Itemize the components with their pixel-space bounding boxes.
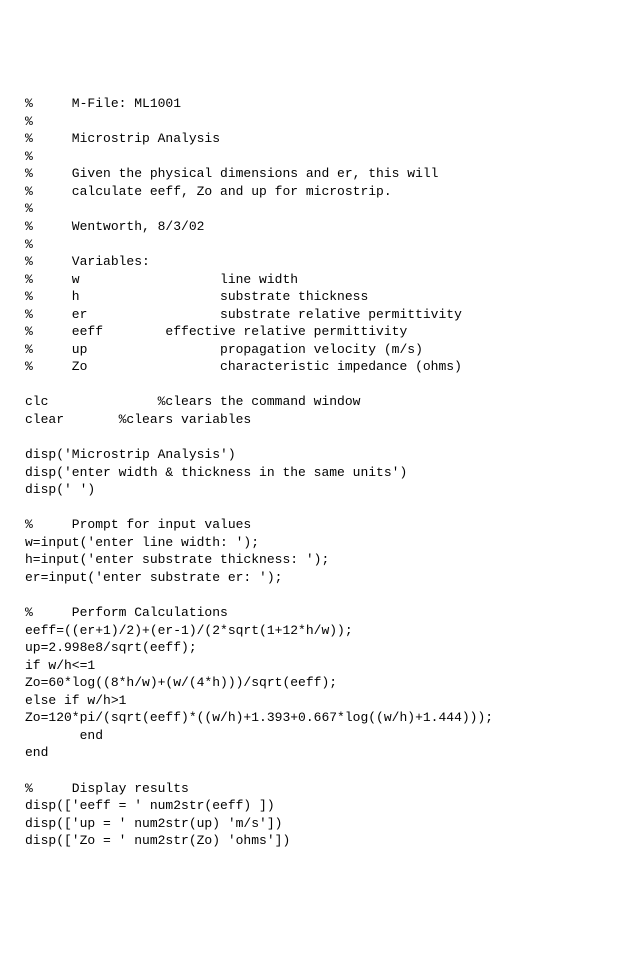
code-line-33: Zo=60*log((8*h/w)+(w/(4*h)))/sqrt(eeff); xyxy=(25,675,337,690)
code-line-22: disp(' ') xyxy=(25,482,95,497)
code-line-32: if w/h<=1 xyxy=(25,658,95,673)
code-line-8: % xyxy=(25,237,33,252)
code-line-24: % Prompt for input values xyxy=(25,517,251,532)
code-line-35: Zo=120*pi/(sqrt(eeff)*((w/h)+1.393+0.667… xyxy=(25,710,493,725)
code-line-13: % eeff effective relative permittivity xyxy=(25,324,407,339)
code-line-42: disp(['Zo = ' num2str(Zo) 'ohms']) xyxy=(25,833,290,848)
code-line-41: disp(['up = ' num2str(up) 'm/s']) xyxy=(25,816,282,831)
code-line-17: clc %clears the command window xyxy=(25,394,360,409)
code-line-31: up=2.998e8/sqrt(eeff); xyxy=(25,640,197,655)
code-line-0: % M-File: ML1001 xyxy=(25,96,181,111)
code-line-10: % w line width xyxy=(25,272,298,287)
code-line-3: % xyxy=(25,149,33,164)
code-line-27: er=input('enter substrate er: '); xyxy=(25,570,282,585)
code-line-6: % xyxy=(25,201,33,216)
code-line-36: end xyxy=(25,728,103,743)
code-line-39: % Display results xyxy=(25,781,189,796)
code-line-14: % up propagation velocity (m/s) xyxy=(25,342,423,357)
code-line-25: w=input('enter line width: '); xyxy=(25,535,259,550)
code-line-2: % Microstrip Analysis xyxy=(25,131,220,146)
code-line-9: % Variables: xyxy=(25,254,150,269)
code-line-29: % Perform Calculations xyxy=(25,605,228,620)
code-line-5: % calculate eeff, Zo and up for microstr… xyxy=(25,184,392,199)
code-line-40: disp(['eeff = ' num2str(eeff) ]) xyxy=(25,798,275,813)
code-line-26: h=input('enter substrate thickness: '); xyxy=(25,552,329,567)
code-line-18: clear %clears variables xyxy=(25,412,251,427)
code-line-20: disp('Microstrip Analysis') xyxy=(25,447,236,462)
code-line-15: % Zo characteristic impedance (ohms) xyxy=(25,359,462,374)
code-line-4: % Given the physical dimensions and er, … xyxy=(25,166,438,181)
code-line-34: else if w/h>1 xyxy=(25,693,126,708)
matlab-code-listing: % M-File: ML1001 % % Microstrip Analysis… xyxy=(25,95,615,850)
code-line-1: % xyxy=(25,114,33,129)
code-line-11: % h substrate thickness xyxy=(25,289,368,304)
code-line-37: end xyxy=(25,745,48,760)
code-line-30: eeff=((er+1)/2)+(er-1)/(2*sqrt(1+12*h/w)… xyxy=(25,623,353,638)
code-line-7: % Wentworth, 8/3/02 xyxy=(25,219,204,234)
code-line-21: disp('enter width & thickness in the sam… xyxy=(25,465,407,480)
code-line-12: % er substrate relative permittivity xyxy=(25,307,462,322)
